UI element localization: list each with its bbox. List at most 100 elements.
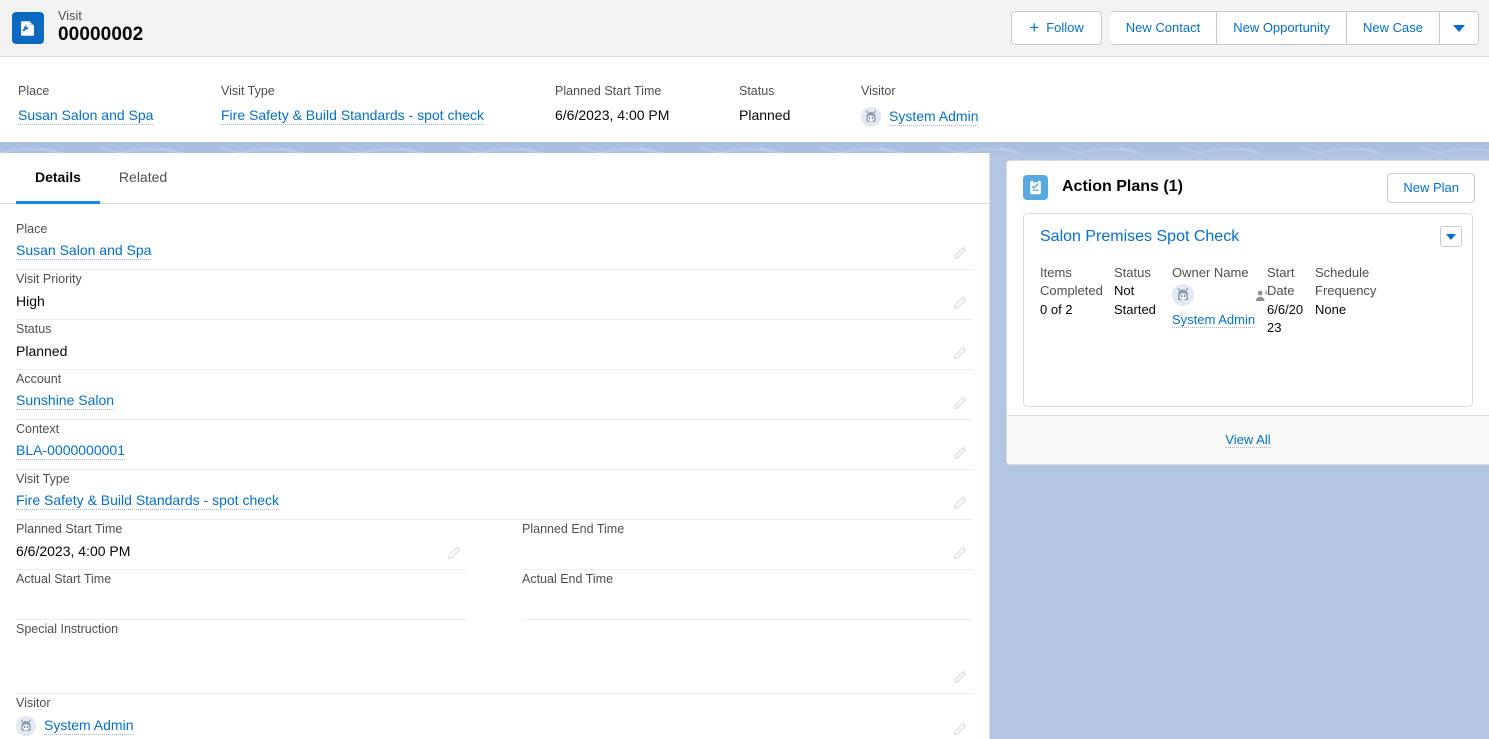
field-status-value: Planned [16,343,68,359]
field-special-instruction: Special Instruction [16,620,973,694]
edit-planned-start-time-pencil-icon[interactable] [447,546,461,560]
edit-visit-priority-pencil-icon[interactable] [953,296,967,310]
action-plan-row-menu-button[interactable] [1440,226,1462,247]
highlight-planned-start-time-value: 6/6/2023, 4:00 PM [555,107,670,123]
highlight-status-label: Status [739,84,775,98]
follow-button[interactable]: + Follow [1011,11,1102,45]
new-plan-button[interactable]: New Plan [1387,173,1475,203]
highlights-panel: Place Susan Salon and Spa Visit Type Fir… [0,57,1489,142]
field-visitor-link[interactable]: System Admin [44,717,134,735]
field-context-link[interactable]: BLA-0000000001 [16,442,125,460]
avatar [861,107,881,127]
edit-visitor-pencil-icon[interactable] [953,722,967,736]
more-actions-button[interactable] [1440,11,1479,45]
edit-planned-end-time-pencil-icon[interactable] [953,546,967,560]
field-actual-end-time-label: Actual End Time [522,572,614,586]
tab-details[interactable]: Details [16,153,100,204]
edit-special-instruction-pencil-icon[interactable] [953,670,967,684]
highlight-planned-start-time: Planned Start Time 6/6/2023, 4:00 PM [555,84,739,123]
plan-start-date-value: 6/6/2023 [1267,301,1304,336]
plan-owner-name-link[interactable]: System Admin [1172,312,1256,329]
new-opportunity-button[interactable]: New Opportunity [1217,11,1348,45]
user-change-owner-icon[interactable] [1254,288,1269,308]
field-planned-start-time: Planned Start Time 6/6/2023, 4:00 PM [16,520,467,570]
plan-items-completed: Items Completed 0 of 2 [1040,264,1114,338]
field-planned-start-time-label: Planned Start Time [16,522,123,536]
field-actual-start-time: Actual Start Time [16,570,467,620]
field-account-link[interactable]: Sunshine Salon [16,392,115,410]
plus-icon: + [1029,18,1040,37]
field-actual-start-time-value [16,592,467,610]
view-all-link[interactable]: View All [1225,432,1271,448]
action-plans-footer: View All [1007,415,1489,464]
field-visitor-label: Visitor [16,696,51,710]
page-header: Visit 00000002 + Follow New Contact New … [0,0,1489,57]
field-visit-priority-value: High [16,293,45,309]
field-visit-priority-label: Visit Priority [16,272,82,286]
new-contact-button[interactable]: New Contact [1109,11,1218,45]
page-title: 00000002 [58,23,144,45]
plan-status-value: Not Started [1114,283,1156,317]
time-fields-row-2: Actual Start Time Actual End Time [16,570,973,620]
highlight-place-link[interactable]: Susan Salon and Spa [18,107,154,125]
plan-items-completed-label: Items Completed [1040,265,1103,299]
field-context-label: Context [16,422,60,436]
chevron-down-icon [1453,24,1465,32]
chevron-down-icon [1446,233,1456,240]
tab-related[interactable]: Related [100,153,186,204]
field-planned-start-time-value: 6/6/2023, 4:00 PM [16,543,131,559]
edit-account-pencil-icon[interactable] [953,396,967,410]
detail-fields: Place Susan Salon and Spa Visit Priority… [0,204,989,739]
new-case-button[interactable]: New Case [1347,11,1440,45]
action-plan-title-link[interactable]: Salon Premises Spot Check [1040,228,1239,246]
field-special-instruction-value [16,642,973,660]
action-plans-panel: Action Plans (1) New Plan Salon Premises… [1006,160,1489,465]
plan-status: Status Not Started [1114,264,1172,338]
field-visit-priority: Visit Priority High [16,270,973,320]
field-status: Status Planned [16,320,973,370]
field-place-link[interactable]: Susan Salon and Spa [16,242,152,260]
field-visitor: Visitor System Admin [16,694,973,739]
highlight-visitor-link[interactable]: System Admin [889,108,979,126]
action-plan-fields: Items Completed 0 of 2 Status Not Starte… [1040,264,1456,338]
highlight-place: Place Susan Salon and Spa [18,84,221,125]
edit-context-pencil-icon[interactable] [953,446,967,460]
highlight-planned-start-time-label: Planned Start Time [555,84,662,98]
record-detail-card: Details Related Place Susan Salon and Sp… [0,153,990,739]
edit-place-pencil-icon[interactable] [953,246,967,260]
highlight-status-value: Planned [739,107,791,123]
visit-record-icon [12,12,44,44]
record-tabs: Details Related [0,153,989,204]
plan-owner-name-label: Owner Name [1172,265,1249,280]
field-planned-end-time-label: Planned End Time [522,522,625,536]
field-actual-end-time: Actual End Time [522,570,973,620]
plan-schedule-frequency-value: None [1315,301,1347,317]
field-planned-end-time: Planned End Time [522,520,973,570]
field-status-label: Status [16,322,52,336]
edit-status-pencil-icon[interactable] [953,346,967,360]
edit-visit-type-pencil-icon[interactable] [953,496,967,510]
field-visit-type: Visit Type Fire Safety & Build Standards… [16,470,973,520]
action-plans-title: Action Plans (1) [1062,178,1183,195]
plan-start-date-label: Start Date [1267,265,1295,299]
field-actual-start-time-label: Actual Start Time [16,572,112,586]
plan-status-label: Status [1114,265,1151,280]
field-place-label: Place [16,222,48,236]
time-fields-row-1: Planned Start Time 6/6/2023, 4:00 PM Pla… [16,520,973,570]
field-context: Context BLA-0000000001 [16,420,973,470]
follow-button-label: Follow [1046,20,1084,35]
field-actual-end-time-value [522,592,973,610]
plan-owner-name: Owner Name System Admin [1172,264,1269,338]
highlight-visit-type-link[interactable]: Fire Safety & Build Standards - spot che… [221,107,485,125]
action-plans-header: Action Plans (1) New Plan [1007,161,1489,213]
highlight-status: Status Planned [739,84,861,123]
field-visit-type-link[interactable]: Fire Safety & Build Standards - spot che… [16,492,280,510]
avatar [16,716,36,736]
field-account-label: Account [16,372,62,386]
action-plan-checklist-icon [1023,174,1048,200]
plan-start-date: Start Date 6/6/2023 [1267,264,1315,338]
action-plan-card: Salon Premises Spot Check Items Complete… [1023,213,1473,407]
plan-schedule-frequency: Schedule Frequency None [1315,264,1395,338]
plan-items-completed-value: 0 of 2 [1040,301,1073,317]
header-action-buttons: + Follow New Contact New Opportunity New… [1011,11,1479,45]
